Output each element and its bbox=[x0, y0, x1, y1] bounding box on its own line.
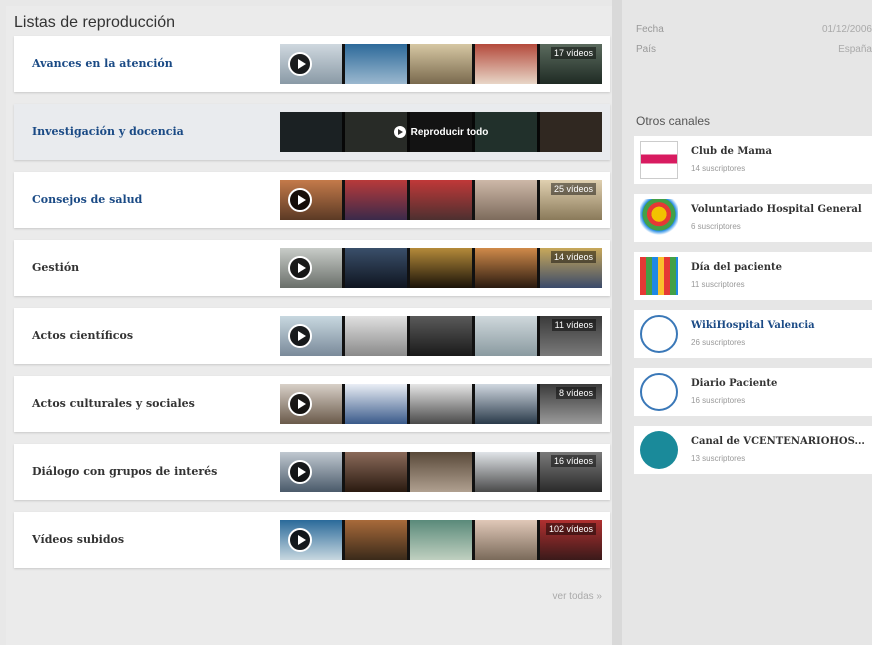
play-icon[interactable] bbox=[288, 460, 312, 484]
channel-item[interactable]: Club de Mama 14 suscriptores bbox=[634, 136, 872, 184]
channel-item[interactable]: Voluntariado Hospital General 6 suscript… bbox=[634, 194, 872, 242]
playlist-thumbnails[interactable]: 8 vídeos bbox=[280, 384, 602, 424]
playlist-row[interactable]: Investigación y docencia Reproducir todo bbox=[14, 104, 610, 160]
channel-item[interactable]: Canal de VCENTENARIOHOS... 13 suscriptor… bbox=[634, 426, 872, 474]
date-value: 01/12/2006 bbox=[821, 24, 872, 35]
channel-subscribers: 11 suscriptores bbox=[691, 280, 745, 289]
playlist-title[interactable]: Avances en la atención bbox=[32, 36, 173, 92]
play-all-button[interactable]: Reproducir todo bbox=[280, 112, 602, 152]
channel-sidebar: Fecha 01/12/2006 País España Otros canal… bbox=[622, 0, 872, 645]
playlist-row[interactable]: Consejos de salud 25 vídeos bbox=[14, 172, 610, 228]
playlist-title[interactable]: Diálogo con grupos de interés bbox=[32, 444, 217, 500]
channel-subscribers: 14 suscriptores bbox=[691, 164, 746, 173]
see-all-link[interactable]: ver todas » bbox=[553, 591, 602, 602]
playlist-thumbnails[interactable]: 17 vídeos bbox=[280, 44, 602, 84]
play-icon[interactable] bbox=[288, 392, 312, 416]
video-count: 102 vídeos bbox=[545, 523, 596, 535]
playlist-title[interactable]: Actos científicos bbox=[32, 308, 133, 364]
playlist-row[interactable]: Gestión 14 vídeos bbox=[14, 240, 610, 296]
channel-name[interactable]: Canal de VCENTENARIOHOS... bbox=[691, 436, 865, 447]
country-value: España bbox=[838, 44, 872, 55]
playlist-thumbnails[interactable]: 25 vídeos bbox=[280, 180, 602, 220]
play-icon bbox=[393, 126, 406, 138]
playlist-title[interactable]: Gestión bbox=[32, 240, 79, 296]
column-divider bbox=[612, 0, 622, 645]
volunteer-logo-icon[interactable] bbox=[640, 199, 678, 237]
channel-name[interactable]: Diario Paciente bbox=[691, 378, 777, 389]
play-icon[interactable] bbox=[288, 256, 312, 280]
playlist-thumbnails[interactable]: 16 vídeos bbox=[280, 452, 602, 492]
video-count: 8 vídeos bbox=[555, 387, 596, 399]
playlist-title[interactable]: Consejos de salud bbox=[32, 172, 142, 228]
play-icon[interactable] bbox=[288, 52, 312, 76]
channel-subscribers: 26 suscriptores bbox=[691, 338, 746, 347]
playlists-heading: Listas de reproducción bbox=[14, 14, 175, 31]
country-label: País bbox=[636, 44, 657, 55]
video-count: 11 vídeos bbox=[551, 319, 596, 331]
date-label: Fecha bbox=[636, 24, 664, 35]
diario-paciente-logo-icon[interactable] bbox=[640, 373, 678, 411]
channel-name[interactable]: Voluntariado Hospital General bbox=[691, 204, 862, 215]
playlist-title[interactable]: Actos culturales y sociales bbox=[32, 376, 195, 432]
playlist-thumbnails[interactable]: 14 vídeos bbox=[280, 248, 602, 288]
video-count: 14 vídeos bbox=[550, 251, 596, 263]
play-all-label: Reproducir todo bbox=[410, 126, 489, 138]
playlist-row[interactable]: Avances en la atención 17 vídeos bbox=[14, 36, 610, 92]
playlist-row[interactable]: Actos culturales y sociales 8 vídeos bbox=[14, 376, 610, 432]
play-icon[interactable] bbox=[288, 188, 312, 212]
club-mama-logo-icon[interactable] bbox=[640, 141, 678, 179]
wikihospital-logo-icon[interactable] bbox=[640, 315, 678, 353]
play-icon[interactable] bbox=[288, 528, 312, 552]
playlist-row[interactable]: Vídeos subidos 102 vídeos bbox=[14, 512, 610, 568]
channel-item[interactable]: Día del paciente 11 suscriptores bbox=[634, 252, 872, 300]
playlist-row[interactable]: Diálogo con grupos de interés 16 vídeos bbox=[14, 444, 610, 500]
centenario-logo-icon[interactable] bbox=[640, 431, 678, 469]
video-count: 25 vídeos bbox=[550, 183, 596, 195]
playlist-thumbnails[interactable]: 11 vídeos bbox=[280, 316, 602, 356]
channel-subscribers: 13 suscriptores bbox=[691, 454, 746, 463]
play-icon[interactable] bbox=[288, 324, 312, 348]
channel-name[interactable]: Club de Mama bbox=[691, 146, 772, 157]
other-channels-heading: Otros canales bbox=[636, 114, 711, 128]
channel-subscribers: 6 suscriptores bbox=[691, 222, 741, 231]
channel-item[interactable]: WikiHospital Valencia 26 suscriptores bbox=[634, 310, 872, 358]
channel-name[interactable]: WikiHospital Valencia bbox=[691, 320, 815, 331]
playlist-row[interactable]: Actos científicos 11 vídeos bbox=[14, 308, 610, 364]
playlist-thumbnails[interactable]: Reproducir todo bbox=[280, 112, 602, 152]
playlist-title[interactable]: Vídeos subidos bbox=[32, 512, 124, 568]
video-count: 17 vídeos bbox=[550, 47, 596, 59]
playlist-thumbnails[interactable]: 102 vídeos bbox=[280, 520, 602, 560]
video-count: 16 vídeos bbox=[550, 455, 596, 467]
patient-day-logo-icon[interactable] bbox=[640, 257, 678, 295]
channel-item[interactable]: Diario Paciente 16 suscriptores bbox=[634, 368, 872, 416]
playlist-title[interactable]: Investigación y docencia bbox=[32, 104, 184, 160]
channel-name[interactable]: Día del paciente bbox=[691, 262, 782, 273]
channel-subscribers: 16 suscriptores bbox=[691, 396, 746, 405]
playlists-panel: Listas de reproducción Avances en la ate… bbox=[6, 6, 612, 645]
